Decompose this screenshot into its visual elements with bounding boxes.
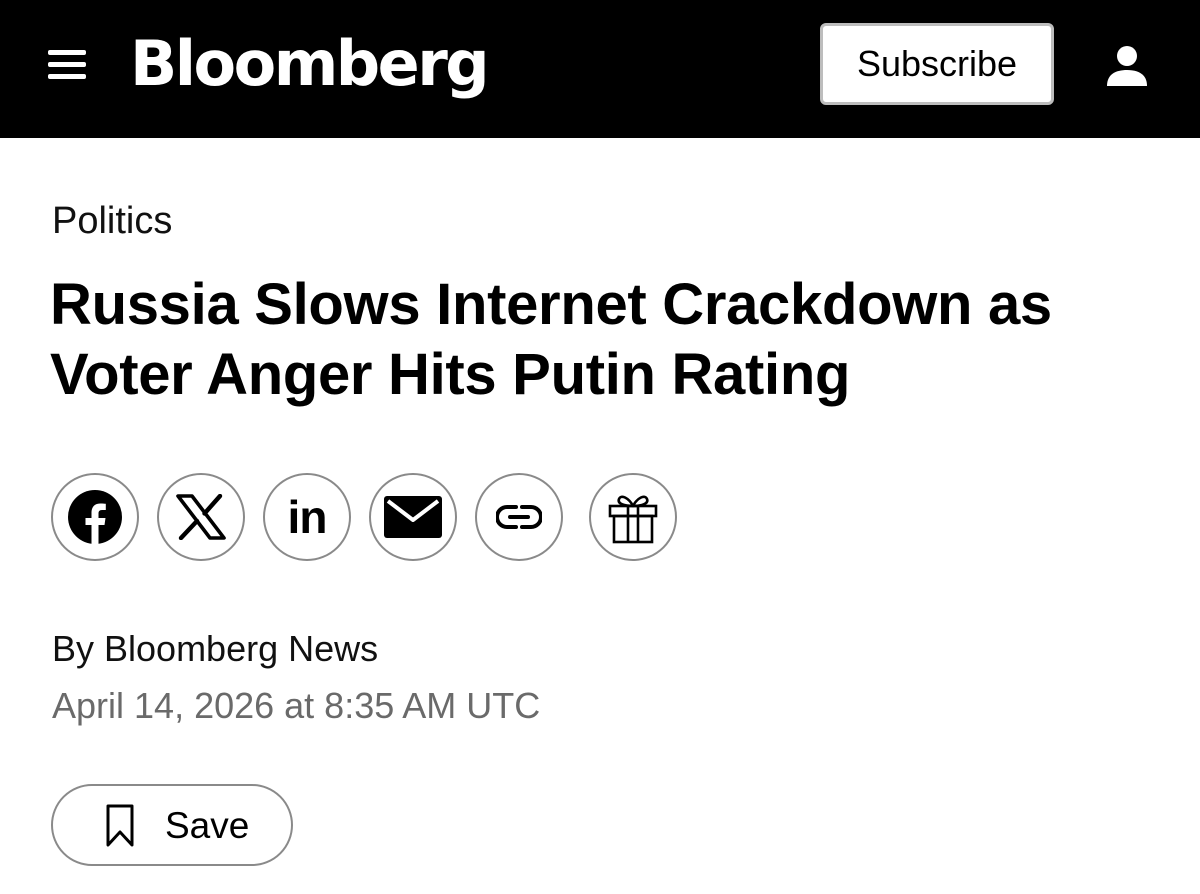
article-byline[interactable]: By Bloomberg News <box>52 626 378 672</box>
share-x-button[interactable] <box>157 473 245 561</box>
copy-link-button[interactable] <box>475 473 563 561</box>
section-label[interactable]: Politics <box>52 196 172 246</box>
gift-article-button[interactable] <box>589 473 677 561</box>
share-email-button[interactable] <box>369 473 457 561</box>
hamburger-menu-icon[interactable] <box>48 46 90 86</box>
share-facebook-button[interactable] <box>51 473 139 561</box>
save-article-button[interactable]: Save <box>51 784 293 866</box>
facebook-icon <box>68 490 122 544</box>
save-label: Save <box>165 805 250 846</box>
user-account-icon[interactable] <box>1104 44 1150 90</box>
email-icon <box>384 496 442 538</box>
share-linkedin-button[interactable]: in <box>263 473 351 561</box>
bloomberg-logo[interactable]: Bloomberg <box>130 24 490 104</box>
article-timestamp: April 14, 2026 at 8:35 AM UTC <box>52 685 541 726</box>
article-headline: Russia Slows Internet Crackdown as Voter… <box>50 272 1052 407</box>
linkedin-icon: in <box>287 491 328 543</box>
copy-link-icon <box>496 505 542 529</box>
x-icon <box>176 494 226 540</box>
gift-icon <box>608 495 658 544</box>
bookmark-icon <box>106 804 134 847</box>
subscribe-button[interactable]: Subscribe <box>820 23 1054 105</box>
top-navigation-bar: Bloomberg Subscribe <box>0 0 1200 138</box>
